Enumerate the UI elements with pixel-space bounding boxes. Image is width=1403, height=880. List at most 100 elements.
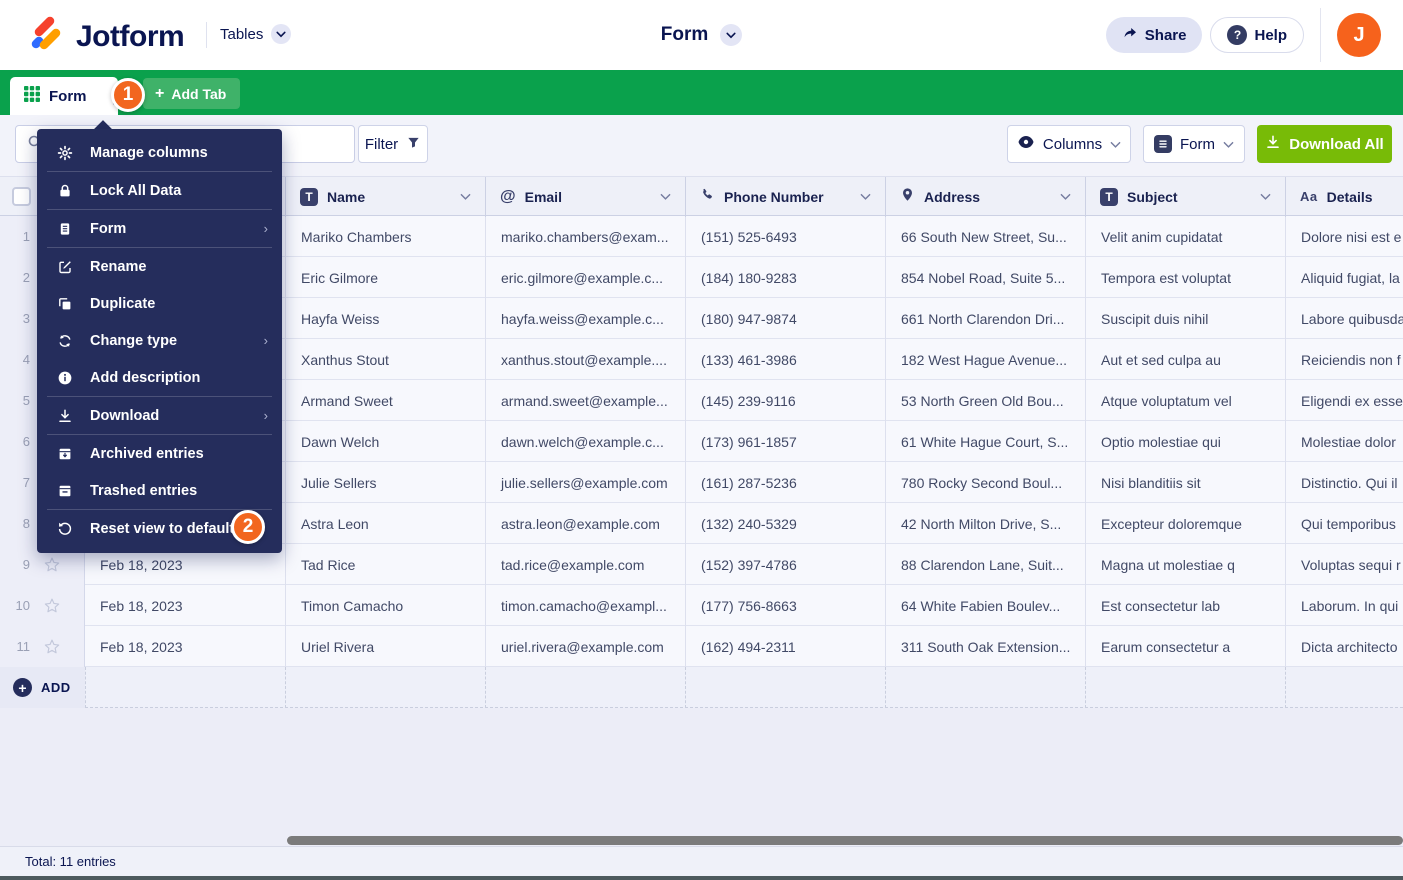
cell-phone[interactable]: (152) 397-4786 xyxy=(685,544,885,585)
cell-address[interactable]: 88 Clarendon Lane, Suit... xyxy=(885,544,1085,585)
cell-email[interactable]: dawn.welch@example.c... xyxy=(485,421,685,462)
title-chevron-down-icon[interactable] xyxy=(720,24,743,46)
cell-date[interactable]: Feb 18, 2023 xyxy=(85,585,285,626)
tab-form[interactable]: Form xyxy=(10,77,118,115)
star-icon[interactable] xyxy=(43,597,61,615)
column-header-phone-number[interactable]: Phone Number xyxy=(685,177,885,217)
cell-subject[interactable]: Est consectetur lab xyxy=(1085,585,1285,626)
horizontal-scrollbar-thumb[interactable] xyxy=(287,836,1403,845)
cell-email[interactable]: mariko.chambers@exam... xyxy=(485,216,685,257)
cell-address[interactable]: 53 North Green Old Bou... xyxy=(885,380,1085,421)
filter-button[interactable]: Filter xyxy=(358,125,428,163)
chevron-down-icon[interactable] xyxy=(1260,193,1271,201)
cell-address[interactable]: 780 Rocky Second Boul... xyxy=(885,462,1085,503)
cell-subject[interactable]: Velit anim cupidatat xyxy=(1085,216,1285,257)
cell-email[interactable]: eric.gilmore@example.c... xyxy=(485,257,685,298)
cell-name[interactable]: Eric Gilmore xyxy=(285,257,485,298)
cell-details[interactable]: Distinctio. Qui il xyxy=(1285,462,1403,503)
share-button[interactable]: Share xyxy=(1105,17,1203,53)
cell-subject[interactable]: Suscipit duis nihil xyxy=(1085,298,1285,339)
column-header-email[interactable]: @ Email xyxy=(485,177,685,217)
star-icon[interactable] xyxy=(43,556,61,574)
cell-name[interactable]: Mariko Chambers xyxy=(285,216,485,257)
column-header-details[interactable]: Aa Details xyxy=(1285,177,1403,217)
cell-subject[interactable]: Excepteur doloremque xyxy=(1085,503,1285,544)
menu-item-rename[interactable]: Rename xyxy=(37,248,282,285)
cell-email[interactable]: hayfa.weiss@example.c... xyxy=(485,298,685,339)
download-all-button[interactable]: Download All xyxy=(1257,125,1392,163)
cell-details[interactable]: Laborum. In qui xyxy=(1285,585,1403,626)
cell-details[interactable]: Dolore nisi est e xyxy=(1285,216,1403,257)
form-view-button[interactable]: Form xyxy=(1143,125,1245,163)
cell-phone[interactable]: (132) 240-5329 xyxy=(685,503,885,544)
tables-nav-dropdown[interactable]: Tables xyxy=(220,24,292,44)
cell-details[interactable]: Dicta architecto xyxy=(1285,626,1403,667)
select-all-checkbox[interactable] xyxy=(12,187,31,206)
cell-phone[interactable]: (145) 239-9116 xyxy=(685,380,885,421)
cell-phone[interactable]: (173) 961-1857 xyxy=(685,421,885,462)
cell-address[interactable]: 61 White Hague Court, S... xyxy=(885,421,1085,462)
cell-details[interactable]: Voluptas sequi r xyxy=(1285,544,1403,585)
cell-details[interactable]: Eligendi ex esse xyxy=(1285,380,1403,421)
cell-subject[interactable]: Aut et sed culpa au xyxy=(1085,339,1285,380)
cell-subject[interactable]: Earum consectetur a xyxy=(1085,626,1285,667)
cell-phone[interactable]: (177) 756-8663 xyxy=(685,585,885,626)
cell-name[interactable]: Astra Leon xyxy=(285,503,485,544)
jotform-logo[interactable]: Jotform xyxy=(26,14,185,59)
cell-email[interactable]: uriel.rivera@example.com xyxy=(485,626,685,667)
cell-address[interactable]: 854 Nobel Road, Suite 5... xyxy=(885,257,1085,298)
cell-subject[interactable]: Magna ut molestiae q xyxy=(1085,544,1285,585)
row-number-cell[interactable]: 11 xyxy=(0,626,85,667)
chevron-down-icon[interactable] xyxy=(271,24,292,44)
menu-item-add-description[interactable]: Add description xyxy=(37,359,282,396)
menu-item-manage-columns[interactable]: Manage columns xyxy=(37,134,282,171)
cell-phone[interactable]: (151) 525-6493 xyxy=(685,216,885,257)
cell-address[interactable]: 661 North Clarendon Dri... xyxy=(885,298,1085,339)
star-icon[interactable] xyxy=(43,638,61,656)
cell-address[interactable]: 64 White Fabien Boulev... xyxy=(885,585,1085,626)
cell-address[interactable]: 42 North Milton Drive, S... xyxy=(885,503,1085,544)
cell-details[interactable]: Reiciendis non f xyxy=(1285,339,1403,380)
cell-phone[interactable]: (184) 180-9283 xyxy=(685,257,885,298)
cell-name[interactable]: Xanthus Stout xyxy=(285,339,485,380)
cell-name[interactable]: Uriel Rivera xyxy=(285,626,485,667)
menu-item-archived-entries[interactable]: Archived entries xyxy=(37,435,282,472)
cell-subject[interactable]: Optio molestiae qui xyxy=(1085,421,1285,462)
chevron-down-icon[interactable] xyxy=(460,193,471,201)
chevron-down-icon[interactable] xyxy=(860,193,871,201)
cell-email[interactable]: armand.sweet@example... xyxy=(485,380,685,421)
cell-name[interactable]: Tad Rice xyxy=(285,544,485,585)
cell-subject[interactable]: Atque voluptatum vel xyxy=(1085,380,1285,421)
menu-item-form[interactable]: Form › xyxy=(37,210,282,247)
cell-email[interactable]: xanthus.stout@example.... xyxy=(485,339,685,380)
column-header-address[interactable]: Address xyxy=(885,177,1085,217)
cell-address[interactable]: 311 South Oak Extension... xyxy=(885,626,1085,667)
menu-item-lock-all-data[interactable]: Lock All Data xyxy=(37,172,282,209)
cell-name[interactable]: Dawn Welch xyxy=(285,421,485,462)
menu-item-download[interactable]: Download › xyxy=(37,397,282,434)
help-button[interactable]: ? Help xyxy=(1210,17,1304,53)
menu-item-trashed-entries[interactable]: Trashed entries xyxy=(37,472,282,509)
cell-email[interactable]: tad.rice@example.com xyxy=(485,544,685,585)
cell-details[interactable]: Qui temporibus xyxy=(1285,503,1403,544)
avatar[interactable]: J xyxy=(1337,13,1381,57)
chevron-down-icon[interactable] xyxy=(1060,193,1071,201)
cell-address[interactable]: 182 West Hague Avenue... xyxy=(885,339,1085,380)
cell-details[interactable]: Molestiae dolor xyxy=(1285,421,1403,462)
cell-name[interactable]: Armand Sweet xyxy=(285,380,485,421)
cell-phone[interactable]: (133) 461-3986 xyxy=(685,339,885,380)
cell-name[interactable]: Hayfa Weiss xyxy=(285,298,485,339)
add-tab-button[interactable]: + Add Tab xyxy=(143,78,241,109)
cell-date[interactable]: Feb 18, 2023 xyxy=(85,626,285,667)
cell-name[interactable]: Timon Camacho xyxy=(285,585,485,626)
cell-phone[interactable]: (180) 947-9874 xyxy=(685,298,885,339)
add-entry-button[interactable]: + ADD xyxy=(0,667,85,708)
cell-details[interactable]: Labore quibusda xyxy=(1285,298,1403,339)
menu-item-change-type[interactable]: Change type › xyxy=(37,322,282,359)
cell-email[interactable]: julie.sellers@example.com xyxy=(485,462,685,503)
cell-subject[interactable]: Tempora est voluptat xyxy=(1085,257,1285,298)
row-number-cell[interactable]: 10 xyxy=(0,585,85,626)
cell-email[interactable]: timon.camacho@exampl... xyxy=(485,585,685,626)
chevron-down-icon[interactable] xyxy=(660,193,671,201)
menu-item-duplicate[interactable]: Duplicate xyxy=(37,285,282,322)
